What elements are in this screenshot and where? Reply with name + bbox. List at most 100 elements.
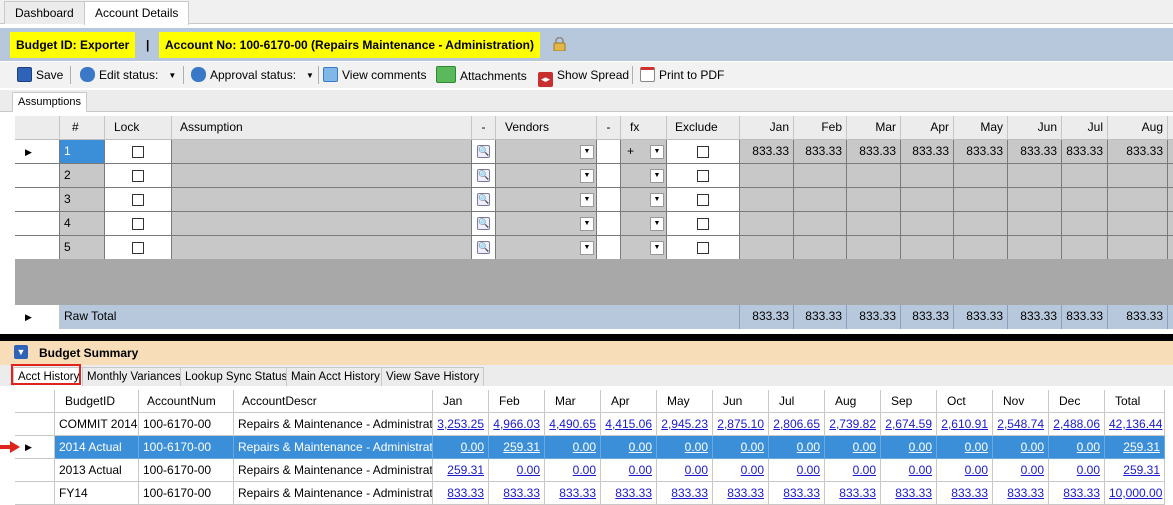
row-indicator[interactable] xyxy=(15,188,60,212)
row-number[interactable]: 1 xyxy=(60,140,105,164)
exclude-checkbox[interactable] xyxy=(667,236,740,260)
total-value-link[interactable]: 42,136.44 xyxy=(1105,413,1165,436)
month-cell[interactable] xyxy=(794,212,847,236)
month-cell[interactable]: 833.33 xyxy=(1008,140,1062,164)
month-value-link[interactable]: 0.00 xyxy=(601,459,657,482)
month-value-link[interactable]: 2,806.65 xyxy=(769,413,825,436)
month-value-link[interactable]: 0.00 xyxy=(825,459,881,482)
row-number[interactable]: 3 xyxy=(60,188,105,212)
month-value-link[interactable]: 0.00 xyxy=(657,436,713,459)
month-cell[interactable] xyxy=(954,164,1008,188)
row-indicator[interactable] xyxy=(15,164,60,188)
dash-cell[interactable] xyxy=(597,140,621,164)
month-cell[interactable] xyxy=(740,212,794,236)
total-value-link[interactable]: 259.31 xyxy=(1105,436,1165,459)
month-value-link[interactable]: 0.00 xyxy=(881,459,937,482)
month-cell[interactable]: 833.33 xyxy=(1062,140,1108,164)
edit-status-dropdown[interactable]: Edit status: ▼ xyxy=(80,66,176,84)
month-value-link[interactable]: 833.33 xyxy=(769,482,825,505)
row-indicator[interactable] xyxy=(15,413,55,436)
assumption-cell[interactable] xyxy=(172,164,472,188)
month-cell[interactable] xyxy=(901,212,954,236)
month-value-link[interactable]: 4,490.65 xyxy=(545,413,601,436)
month-value-link[interactable]: 0.00 xyxy=(601,436,657,459)
month-cell[interactable] xyxy=(1108,164,1168,188)
month-value-link[interactable]: 2,548.74 xyxy=(993,413,1049,436)
exclude-checkbox[interactable] xyxy=(667,188,740,212)
row-number[interactable]: 5 xyxy=(60,236,105,260)
month-cell[interactable] xyxy=(847,236,901,260)
month-cell[interactable] xyxy=(901,188,954,212)
print-pdf-button[interactable]: Print to PDF xyxy=(640,66,724,84)
month-cell[interactable] xyxy=(1008,188,1062,212)
lock-checkbox[interactable] xyxy=(105,188,172,212)
month-cell[interactable] xyxy=(901,236,954,260)
month-cell[interactable] xyxy=(954,188,1008,212)
vendor-lookup-button[interactable]: 🔍 xyxy=(472,236,496,260)
month-value-link[interactable]: 0.00 xyxy=(769,436,825,459)
month-value-link[interactable]: 0.00 xyxy=(713,436,769,459)
grid-row[interactable]: 2 🔍 ▼ ▼ xyxy=(15,164,1173,188)
lock-checkbox[interactable] xyxy=(105,236,172,260)
month-value-link[interactable]: 0.00 xyxy=(1049,436,1105,459)
month-value-link[interactable]: 259.31 xyxy=(433,459,489,482)
month-value-link[interactable]: 833.33 xyxy=(993,482,1049,505)
month-cell[interactable]: 833.33 xyxy=(901,140,954,164)
month-value-link[interactable]: 4,966.03 xyxy=(489,413,545,436)
row-number[interactable]: 4 xyxy=(60,212,105,236)
month-cell[interactable]: 833.33 xyxy=(847,140,901,164)
month-cell[interactable]: 833.33 xyxy=(794,140,847,164)
month-value-link[interactable]: 833.33 xyxy=(937,482,993,505)
month-value-link[interactable]: 259.31 xyxy=(489,436,545,459)
month-cell[interactable] xyxy=(740,236,794,260)
fx-dropdown[interactable]: ▼ xyxy=(621,188,667,212)
month-value-link[interactable]: 0.00 xyxy=(825,436,881,459)
table-row[interactable]: FY14 100-6170-00 Repairs & Maintenance -… xyxy=(15,482,1173,505)
tab-view-save-history[interactable]: View Save History xyxy=(381,367,485,386)
month-cell[interactable] xyxy=(954,236,1008,260)
month-value-link[interactable]: 833.33 xyxy=(489,482,545,505)
tab-monthly-variances[interactable]: Monthly Variances xyxy=(82,367,186,386)
month-value-link[interactable]: 0.00 xyxy=(937,436,993,459)
grid-row[interactable]: ▶ 1 🔍 ▼ + ▼ 833.33 833.33 833.33 833.33 8… xyxy=(15,140,1173,164)
month-cell[interactable] xyxy=(1008,164,1062,188)
month-value-link[interactable]: 0.00 xyxy=(713,459,769,482)
month-value-link[interactable]: 2,488.06 xyxy=(1049,413,1105,436)
month-value-link[interactable]: 0.00 xyxy=(937,459,993,482)
month-cell[interactable] xyxy=(1062,212,1108,236)
save-button[interactable]: Save xyxy=(17,66,63,84)
month-cell[interactable] xyxy=(1062,164,1108,188)
month-value-link[interactable]: 833.33 xyxy=(433,482,489,505)
month-value-link[interactable]: 0.00 xyxy=(993,436,1049,459)
tab-lookup-sync-status[interactable]: Lookup Sync Status xyxy=(180,367,293,386)
month-cell[interactable] xyxy=(847,164,901,188)
tab-dashboard[interactable]: Dashboard xyxy=(4,1,85,24)
approval-status-dropdown[interactable]: Approval status: ▼ xyxy=(191,66,314,84)
row-indicator[interactable] xyxy=(15,482,55,505)
row-indicator[interactable]: ▶ xyxy=(15,140,60,164)
month-value-link[interactable]: 0.00 xyxy=(545,436,601,459)
month-value-link[interactable]: 833.33 xyxy=(825,482,881,505)
fx-dropdown[interactable]: ▼ xyxy=(621,236,667,260)
month-value-link[interactable]: 2,674.59 xyxy=(881,413,937,436)
show-spread-button[interactable]: ◂▸ Show Spread xyxy=(538,66,629,87)
vendors-dropdown[interactable]: ▼ xyxy=(496,164,597,188)
tab-account-details[interactable]: Account Details xyxy=(84,1,190,25)
grid-row[interactable]: 4 🔍 ▼ ▼ xyxy=(15,212,1173,236)
month-cell[interactable] xyxy=(847,188,901,212)
vendors-dropdown[interactable]: ▼ xyxy=(496,188,597,212)
month-cell[interactable] xyxy=(1108,188,1168,212)
exclude-checkbox[interactable] xyxy=(667,164,740,188)
month-cell[interactable] xyxy=(901,164,954,188)
vendor-lookup-button[interactable]: 🔍 xyxy=(472,188,496,212)
fx-dropdown[interactable]: ▼ xyxy=(621,212,667,236)
table-row[interactable]: COMMIT 2014 100-6170-00 Repairs & Mainte… xyxy=(15,413,1173,436)
lock-checkbox[interactable] xyxy=(105,164,172,188)
row-number[interactable]: 2 xyxy=(60,164,105,188)
total-value-link[interactable]: 10,000.00 xyxy=(1105,482,1165,505)
month-value-link[interactable]: 2,875.10 xyxy=(713,413,769,436)
row-indicator[interactable]: ▶ xyxy=(15,305,60,329)
table-row-selected[interactable]: ▶ 2014 Actual 100-6170-00 Repairs & Main… xyxy=(15,436,1173,459)
month-cell[interactable] xyxy=(794,236,847,260)
budget-summary-header[interactable]: ▼ Budget Summary xyxy=(0,341,1173,365)
